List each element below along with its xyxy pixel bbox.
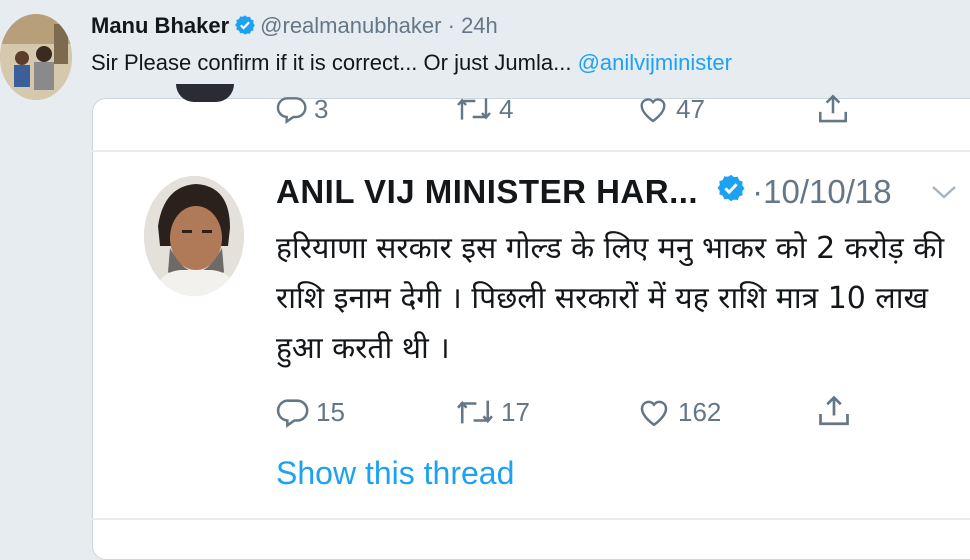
like-count: 47 bbox=[676, 93, 705, 124]
chevron-down-icon[interactable] bbox=[930, 183, 958, 206]
like-button[interactable]: 162 bbox=[636, 395, 721, 429]
outer-timestamp[interactable]: 24h bbox=[461, 13, 498, 38]
reply-icon bbox=[276, 93, 308, 125]
like-icon bbox=[636, 93, 670, 125]
separator-dot: · bbox=[752, 173, 764, 210]
verified-badge-icon bbox=[234, 14, 256, 42]
divider bbox=[92, 518, 970, 520]
quoted-author-name[interactable]: ANIL VIJ MINISTER HAR... bbox=[276, 173, 698, 211]
retweet-icon bbox=[455, 93, 493, 125]
quoted-timestamp[interactable]: 10/10/18 bbox=[763, 173, 891, 211]
verified-badge-icon bbox=[716, 173, 746, 211]
show-thread-link[interactable]: Show this thread bbox=[276, 455, 514, 492]
reply-button[interactable]: 15 bbox=[276, 395, 345, 429]
like-icon bbox=[636, 395, 672, 429]
reply-icon bbox=[276, 395, 310, 429]
share-icon bbox=[816, 393, 852, 429]
retweet-count: 17 bbox=[501, 396, 530, 427]
previous-tweet-avatar bbox=[176, 84, 234, 102]
outer-avatar[interactable] bbox=[0, 14, 72, 100]
like-count: 162 bbox=[678, 396, 722, 427]
divider bbox=[92, 150, 970, 152]
share-button-prev[interactable] bbox=[816, 92, 850, 126]
outer-tweet-body: Sir Please confirm if it is correct... O… bbox=[91, 50, 578, 75]
mention-link[interactable]: @anilvijminister bbox=[578, 50, 732, 75]
share-button[interactable] bbox=[816, 393, 852, 429]
retweet-button[interactable]: 17 bbox=[455, 395, 530, 429]
outer-author-handle[interactable]: @realmanubhaker bbox=[260, 13, 441, 38]
retweet-icon bbox=[455, 395, 495, 429]
reply-count: 3 bbox=[314, 93, 329, 124]
quoted-author-avatar[interactable] bbox=[144, 176, 244, 296]
outer-tweet-header: Manu Bhaker @realmanubhaker · 24h bbox=[91, 13, 498, 42]
outer-author-name[interactable]: Manu Bhaker bbox=[91, 13, 229, 38]
retweet-count: 4 bbox=[499, 93, 514, 124]
share-icon bbox=[816, 92, 850, 126]
quoted-tweet-text: हरियाणा सरकार इस गोल्ड के लिए मनु भाकर क… bbox=[276, 231, 945, 366]
reply-button-prev[interactable]: 3 bbox=[276, 93, 328, 125]
like-button-prev[interactable]: 47 bbox=[636, 93, 705, 125]
separator-dot: · bbox=[447, 13, 455, 38]
quoted-tweet-header: ANIL VIJ MINISTER HAR... · 10/10/18 bbox=[276, 173, 892, 211]
retweet-button-prev[interactable]: 4 bbox=[455, 93, 513, 125]
outer-tweet-text: Sir Please confirm if it is correct... O… bbox=[91, 50, 732, 76]
reply-count: 15 bbox=[316, 396, 345, 427]
